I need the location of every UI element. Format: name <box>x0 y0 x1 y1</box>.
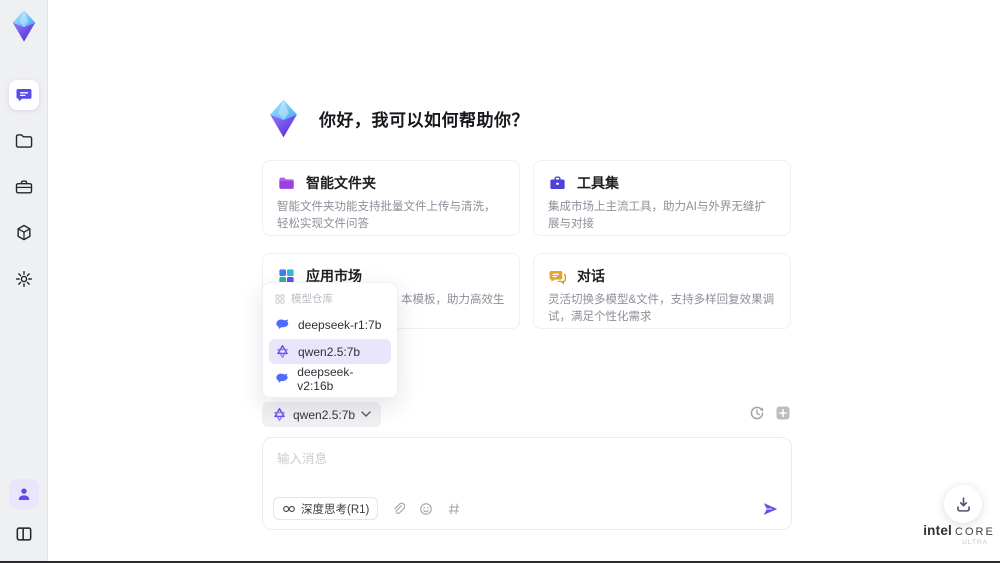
card-description: 集成市场上主流工具，助力AI与外界无缝扩展与对接 <box>548 201 766 231</box>
deep-think-label: 深度思考(R1) <box>301 503 370 516</box>
model-option-label: deepseek-v2:16b <box>297 364 354 393</box>
conversation-icon <box>549 270 566 284</box>
new-chat-icon <box>776 406 789 419</box>
send-icon <box>763 502 778 515</box>
intel-core-text: core <box>955 526 995 538</box>
sidebar-item-folders[interactable] <box>9 126 39 156</box>
message-input[interactable] <box>277 448 777 494</box>
card-title: 对话 <box>577 268 605 284</box>
input-toolbar: 深度思考(R1) <box>273 497 779 520</box>
model-dropdown-header: 模型仓库 <box>269 289 391 310</box>
sidebar-item-models[interactable] <box>9 218 39 248</box>
card-title: 智能文件夹 <box>306 175 376 191</box>
sidebar-item-account[interactable] <box>8 479 39 509</box>
gear-icon <box>15 270 32 288</box>
history-icon <box>750 406 763 419</box>
model-dropdown-header-label: 模型仓库 <box>291 293 333 305</box>
deepseek-whale-icon <box>276 319 289 329</box>
download-icon <box>956 496 970 512</box>
card-conversation[interactable]: 对话 灵活切换多模型&文件，支持多样回复效果调试，满足个性化需求 <box>533 253 791 329</box>
smart-folder-icon <box>279 177 294 189</box>
history-button[interactable] <box>748 404 765 421</box>
sidebar-item-settings[interactable] <box>9 264 39 294</box>
deep-think-button[interactable]: 深度思考(R1) <box>273 497 379 520</box>
sidebar-collapse-button[interactable] <box>9 519 39 549</box>
card-description: 智能文件夹功能支持批量文件上传与清洗，轻松实现文件问答 <box>277 201 496 231</box>
app-window: 你好，我可以如何帮助你？ 智能文件夹 智能文件夹功能支持批量文件上传与清洗，轻松… <box>0 0 1000 563</box>
app-logo-icon <box>12 10 35 42</box>
briefcase-icon <box>15 180 32 194</box>
emoji-button[interactable] <box>417 500 434 517</box>
cube-icon <box>16 224 31 241</box>
attach-button[interactable] <box>389 500 406 517</box>
chat-icon <box>16 89 31 102</box>
deep-think-icon <box>283 505 295 512</box>
sidebar-item-chat[interactable] <box>8 80 39 110</box>
paperclip-icon <box>394 502 405 514</box>
card-description: 灵活切换多模型&文件，支持多样回复效果调试，满足个性化需求 <box>548 294 775 324</box>
model-selector-button[interactable]: qwen2.5:7b <box>262 402 382 427</box>
sidebar-item-toolbox[interactable] <box>9 172 39 202</box>
panel-toggle-icon <box>16 527 31 541</box>
conversation-toolbar <box>748 404 791 421</box>
smiley-icon <box>419 502 432 515</box>
model-option-label: qwen2.5:7b <box>298 344 361 359</box>
greeting-text: 你好，我可以如何帮助你？ <box>319 111 529 130</box>
greeting: 你好，我可以如何帮助你？ <box>262 97 529 140</box>
deepseek-whale-icon <box>276 373 288 383</box>
sidebar <box>0 0 48 563</box>
qwen-logo-icon <box>274 407 285 422</box>
card-description-fragment: 本模板，助力高效生成多 <box>401 294 505 306</box>
user-icon <box>18 488 29 500</box>
model-option-label: deepseek-r1:7b <box>298 317 382 332</box>
card-toolset[interactable]: 工具集 集成市场上主流工具，助力AI与外界无缝扩展与对接 <box>533 160 791 236</box>
folder-icon <box>15 134 32 148</box>
card-smart-folder[interactable]: 智能文件夹 智能文件夹功能支持批量文件上传与清洗，轻松实现文件问答 <box>262 160 520 236</box>
toolset-icon <box>550 175 565 189</box>
model-option-qwen[interactable]: qwen2.5:7b <box>269 339 391 364</box>
send-button[interactable] <box>762 500 779 517</box>
model-selector-label: qwen2.5:7b <box>293 407 356 422</box>
model-option-deepseek-r1[interactable]: deepseek-r1:7b <box>269 312 391 337</box>
new-chat-button[interactable] <box>774 404 791 421</box>
chevron-down-icon <box>361 411 371 417</box>
chat-input-panel: 深度思考(R1) <box>262 437 792 530</box>
model-option-deepseek-v2[interactable]: deepseek-v2:16b <box>269 364 391 393</box>
intel-core-logo: intel core ULTRA <box>923 523 993 546</box>
intel-tier-text: ULTRA <box>962 539 988 546</box>
repository-icon <box>275 294 285 303</box>
model-dropdown: 模型仓库 deepseek-r1:7b qwen2.5:7b deepseek-… <box>262 282 398 398</box>
card-title: 工具集 <box>577 175 619 191</box>
commands-button[interactable] <box>445 500 462 517</box>
download-button[interactable] <box>944 485 982 523</box>
intel-brand-text: intel <box>923 523 952 538</box>
qwen-logo-icon <box>277 344 288 359</box>
assistant-logo-icon <box>270 99 297 138</box>
hash-icon <box>448 503 460 514</box>
